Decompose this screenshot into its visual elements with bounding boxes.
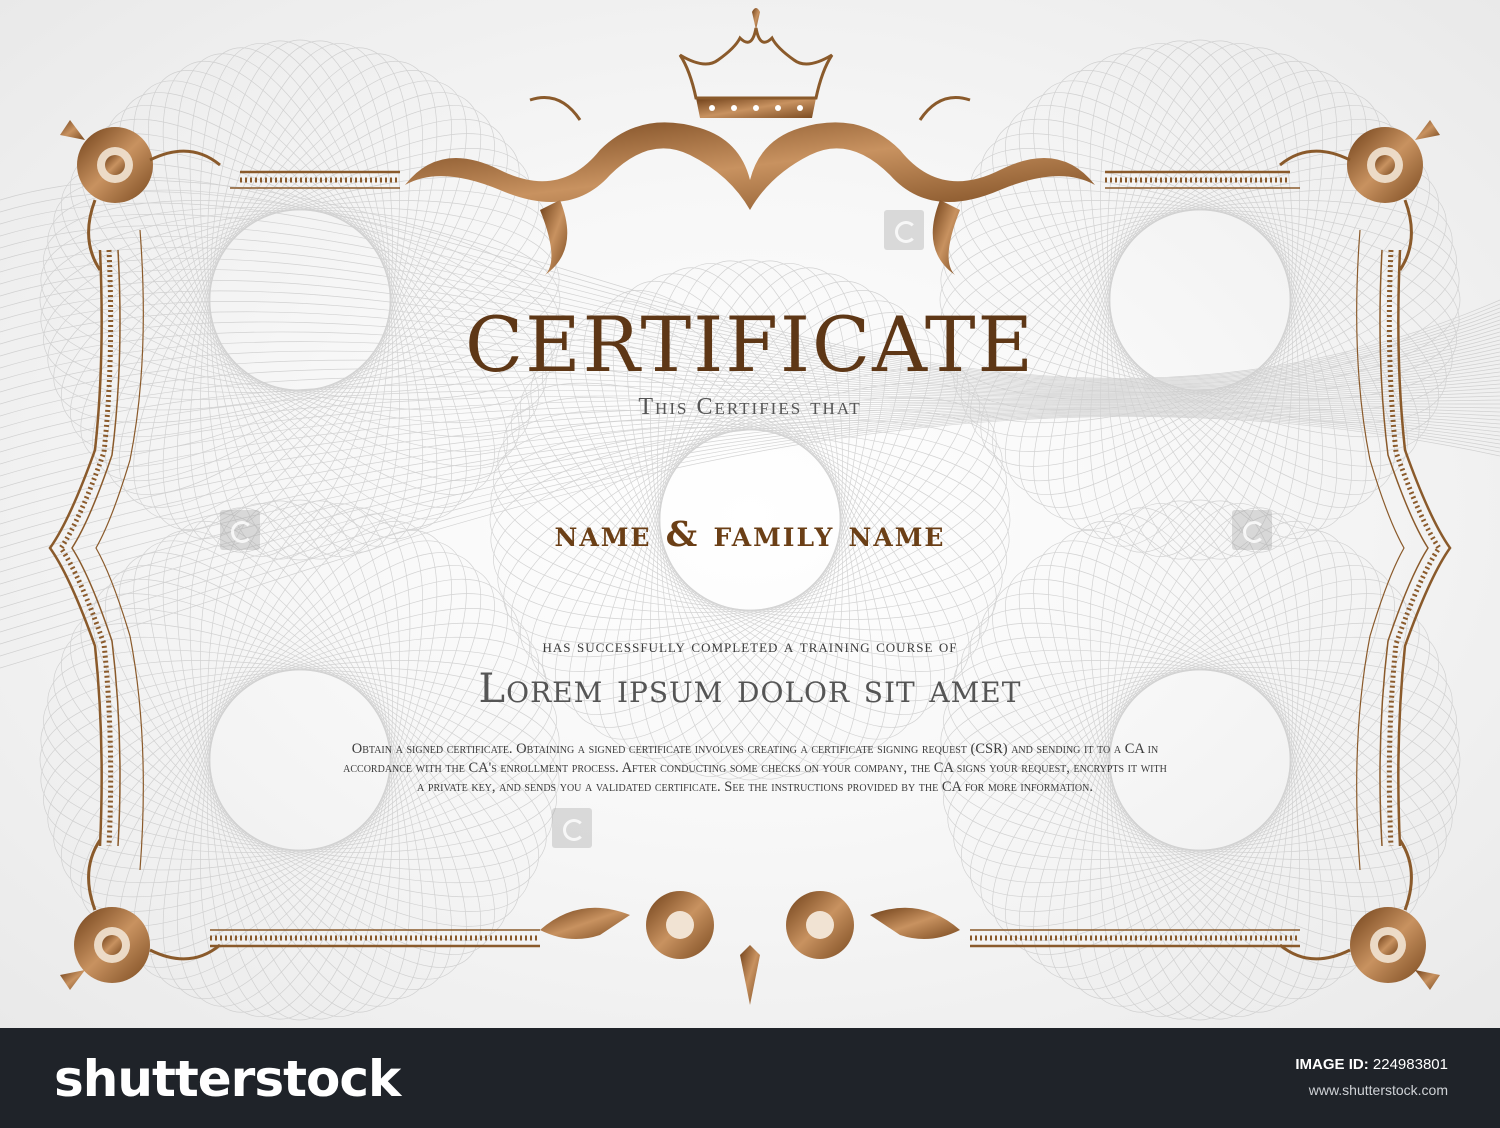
certificate-subtitle: This Certifies that xyxy=(638,394,862,420)
image-id-caption: IMAGE ID: xyxy=(1295,1056,1369,1073)
corner-flourish-icon xyxy=(60,120,1440,990)
site-url: www.shutterstock.com xyxy=(1308,1082,1448,1098)
certificate-title: CERTIFICATE xyxy=(464,300,1036,389)
completion-statement: has successfully completed a training co… xyxy=(542,636,958,656)
image-id-value: 224983801 xyxy=(1372,1056,1448,1073)
certificate-body-text: Obtain a signed certificate. Obtaining a… xyxy=(343,741,1167,795)
crown-icon xyxy=(678,8,834,118)
certificate-canvas: CERTIFICATE This Certifies that name & f… xyxy=(0,0,1500,1028)
image-id-label: IMAGE ID: 224983801 xyxy=(1295,1056,1448,1073)
stock-footer-bar: shutterstock IMAGE ID: 224983801 www.shu… xyxy=(0,1028,1500,1128)
scroll-ornament-icon xyxy=(405,96,1095,275)
course-title: Lorem ipsum dolor sit amet xyxy=(478,666,1022,712)
recipient-name: name & family name xyxy=(554,514,946,555)
shutterstock-logo: shutterstock xyxy=(54,1050,401,1108)
